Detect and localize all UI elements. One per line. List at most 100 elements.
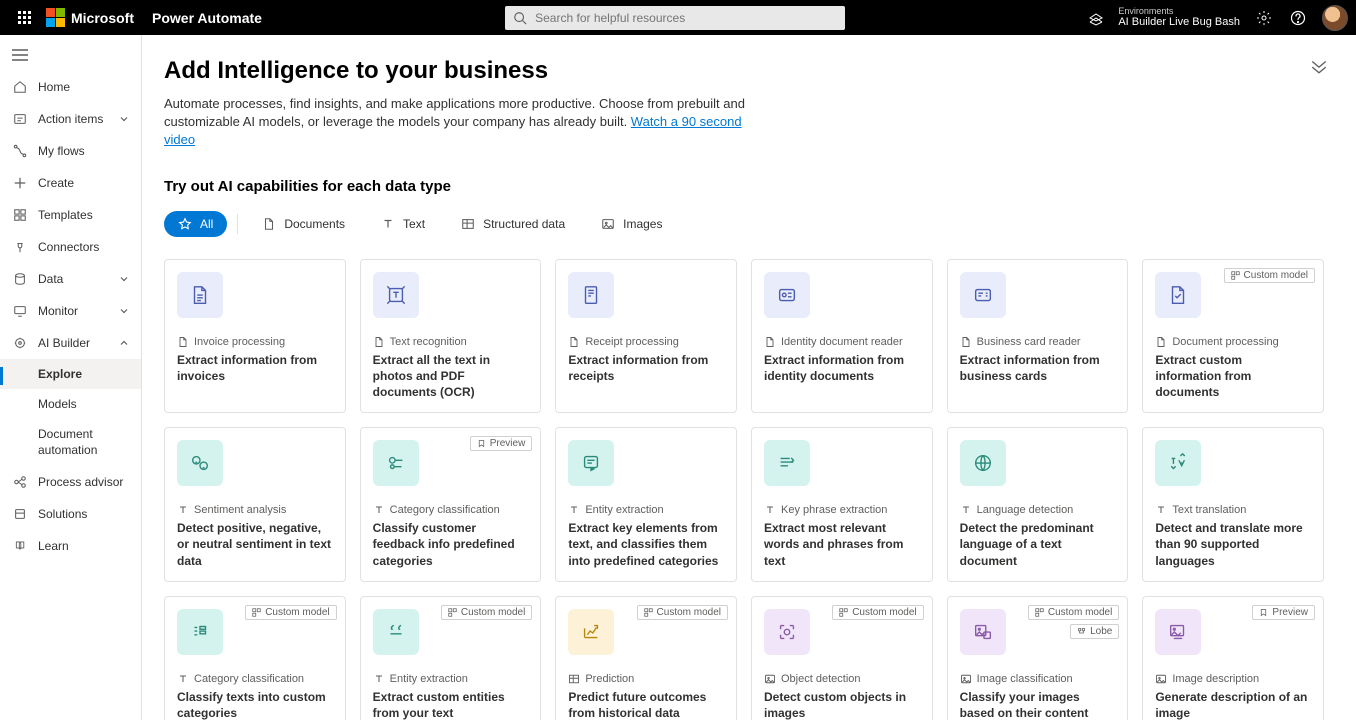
nav-toggle-icon[interactable] (0, 39, 141, 71)
sidebar-item-solutions[interactable]: Solutions (0, 498, 141, 530)
image-icon (601, 217, 615, 231)
text-icon (381, 217, 395, 231)
model-card[interactable]: Preview Category classification Classify c… (360, 427, 542, 582)
sidebar-sub-doc-automation[interactable]: Document automation (0, 419, 141, 466)
sidebar-item-templates[interactable]: Templates (0, 199, 141, 231)
sidebar-item-label: Templates (38, 208, 129, 222)
help-icon[interactable] (1288, 8, 1308, 28)
model-card[interactable]: Custom modelLobeImage classificationClas… (947, 596, 1129, 720)
sidebar-item-ai-builder[interactable]: AI Builder (0, 327, 141, 359)
card-icon (764, 440, 810, 486)
card-badges: Custom model (832, 605, 923, 620)
environment-picker[interactable]: Environments AI Builder Live Bug Bash (1118, 6, 1240, 30)
page-description: Automate processes, find insights, and m… (164, 95, 764, 150)
sidebar-item-label: Data (38, 272, 109, 286)
sidebar-item-label: Solutions (38, 507, 129, 521)
tab-separator (237, 214, 238, 234)
user-avatar[interactable] (1322, 5, 1348, 31)
card-title: Classify customer feedback info predefin… (373, 520, 529, 569)
tab-label: Documents (284, 217, 345, 231)
card-title: Extract key elements from text, and clas… (568, 520, 724, 569)
sidebar-item-learn[interactable]: Learn (0, 530, 141, 562)
tab-images[interactable]: Images (587, 211, 676, 237)
model-card[interactable]: PreviewImage descriptionGenerate descrip… (1142, 596, 1324, 720)
model-card[interactable]: Text translationDetect and translate mor… (1142, 427, 1324, 582)
model-card[interactable]: Language detectionDetect the predominant… (947, 427, 1129, 582)
sidebar-item-connectors[interactable]: Connectors (0, 231, 141, 263)
tab-all[interactable]: All (164, 211, 227, 237)
sidebar-item-monitor[interactable]: Monitor (0, 295, 141, 327)
card-title: Detect positive, negative, or neutral se… (177, 520, 333, 569)
tab-label: Images (623, 217, 662, 231)
app-launcher-icon[interactable] (8, 2, 40, 34)
sidebar-item-label: Home (38, 80, 129, 94)
sidebar-sub-models[interactable]: Models (0, 389, 141, 419)
badge-preview: Preview (470, 436, 533, 451)
search-input[interactable] (535, 11, 837, 25)
card-category: Key phrase extraction (764, 504, 920, 516)
card-title: Extract custom information from document… (1155, 352, 1311, 401)
table-icon (461, 217, 475, 231)
monitor-icon (12, 303, 28, 319)
card-category: Language detection (960, 504, 1116, 516)
tab-structured-data[interactable]: Structured data (447, 211, 579, 237)
card-title: Classify your images based on their cont… (960, 689, 1116, 720)
model-card[interactable]: Custom modelPredictionPredict future out… (555, 596, 737, 720)
sidebar-item-data[interactable]: Data (0, 263, 141, 295)
card-category: Image classification (960, 673, 1116, 685)
sidebar-sub-explore[interactable]: Explore (0, 359, 141, 389)
collapse-icon[interactable] (1310, 57, 1328, 75)
card-icon (960, 440, 1006, 486)
model-card[interactable]: Invoice processingExtract information fr… (164, 259, 346, 414)
sidebar: Home Action items My flows Create Templa… (0, 35, 142, 720)
badge-custom: Custom model (637, 605, 728, 620)
settings-icon[interactable] (1254, 8, 1274, 28)
card-title: Classify texts into custom categories (177, 689, 333, 720)
card-icon (568, 609, 614, 655)
chevron-up-icon (119, 338, 129, 348)
connectors-icon (12, 239, 28, 255)
model-card[interactable]: Custom modelEntity extractionExtract cus… (360, 596, 542, 720)
badge-lobe: Lobe (1070, 624, 1119, 639)
sidebar-item-home[interactable]: Home (0, 71, 141, 103)
main-content: Add Intelligence to your business Automa… (142, 35, 1356, 720)
microsoft-logo: Microsoft (46, 8, 134, 27)
model-card[interactable]: Sentiment analysisDetect positive, negat… (164, 427, 346, 582)
sidebar-item-label: Create (38, 176, 129, 190)
card-category: Category classification (373, 504, 529, 516)
sidebar-item-my-flows[interactable]: My flows (0, 135, 141, 167)
card-icon (373, 272, 419, 318)
sidebar-item-label: Process advisor (38, 475, 129, 489)
process-icon (12, 474, 28, 490)
model-card[interactable]: Text recognitionExtract all the text in … (360, 259, 542, 414)
model-card[interactable]: Identity document readerExtract informat… (751, 259, 933, 414)
solutions-icon (12, 506, 28, 522)
tab-documents[interactable]: Documents (248, 211, 359, 237)
sidebar-item-label: Action items (38, 112, 109, 126)
env-label: Environments (1118, 6, 1240, 17)
model-card[interactable]: Business card reader Extract information … (947, 259, 1129, 414)
card-category: Text translation (1155, 504, 1311, 516)
tab-text[interactable]: Text (367, 211, 439, 237)
card-icon (1155, 609, 1201, 655)
card-title: Extract information from business cards (960, 352, 1116, 384)
model-card[interactable]: Entity extraction Extract key elements fr… (555, 427, 737, 582)
model-card[interactable]: Custom modelCategory classificationClass… (164, 596, 346, 720)
card-icon (177, 440, 223, 486)
app-name[interactable]: Power Automate (152, 10, 262, 26)
card-category: Entity extraction (568, 504, 724, 516)
sidebar-item-process-advisor[interactable]: Process advisor (0, 466, 141, 498)
env-name: AI Builder Live Bug Bash (1118, 16, 1240, 29)
card-category: Business card reader (960, 336, 1116, 348)
model-card[interactable]: Key phrase extraction Extract most releva… (751, 427, 933, 582)
card-title: Extract information from invoices (177, 352, 333, 384)
model-card[interactable]: Custom modelObject detectionDetect custo… (751, 596, 933, 720)
microsoft-label: Microsoft (71, 10, 134, 26)
model-card[interactable]: Receipt processingExtract information fr… (555, 259, 737, 414)
card-title: Extract most relevant words and phrases … (764, 520, 920, 569)
search-box[interactable] (505, 6, 845, 30)
sidebar-item-create[interactable]: Create (0, 167, 141, 199)
model-card[interactable]: Custom modelDocument processingExtract c… (1142, 259, 1324, 414)
sidebar-item-action-items[interactable]: Action items (0, 103, 141, 135)
chevron-down-icon (119, 306, 129, 316)
